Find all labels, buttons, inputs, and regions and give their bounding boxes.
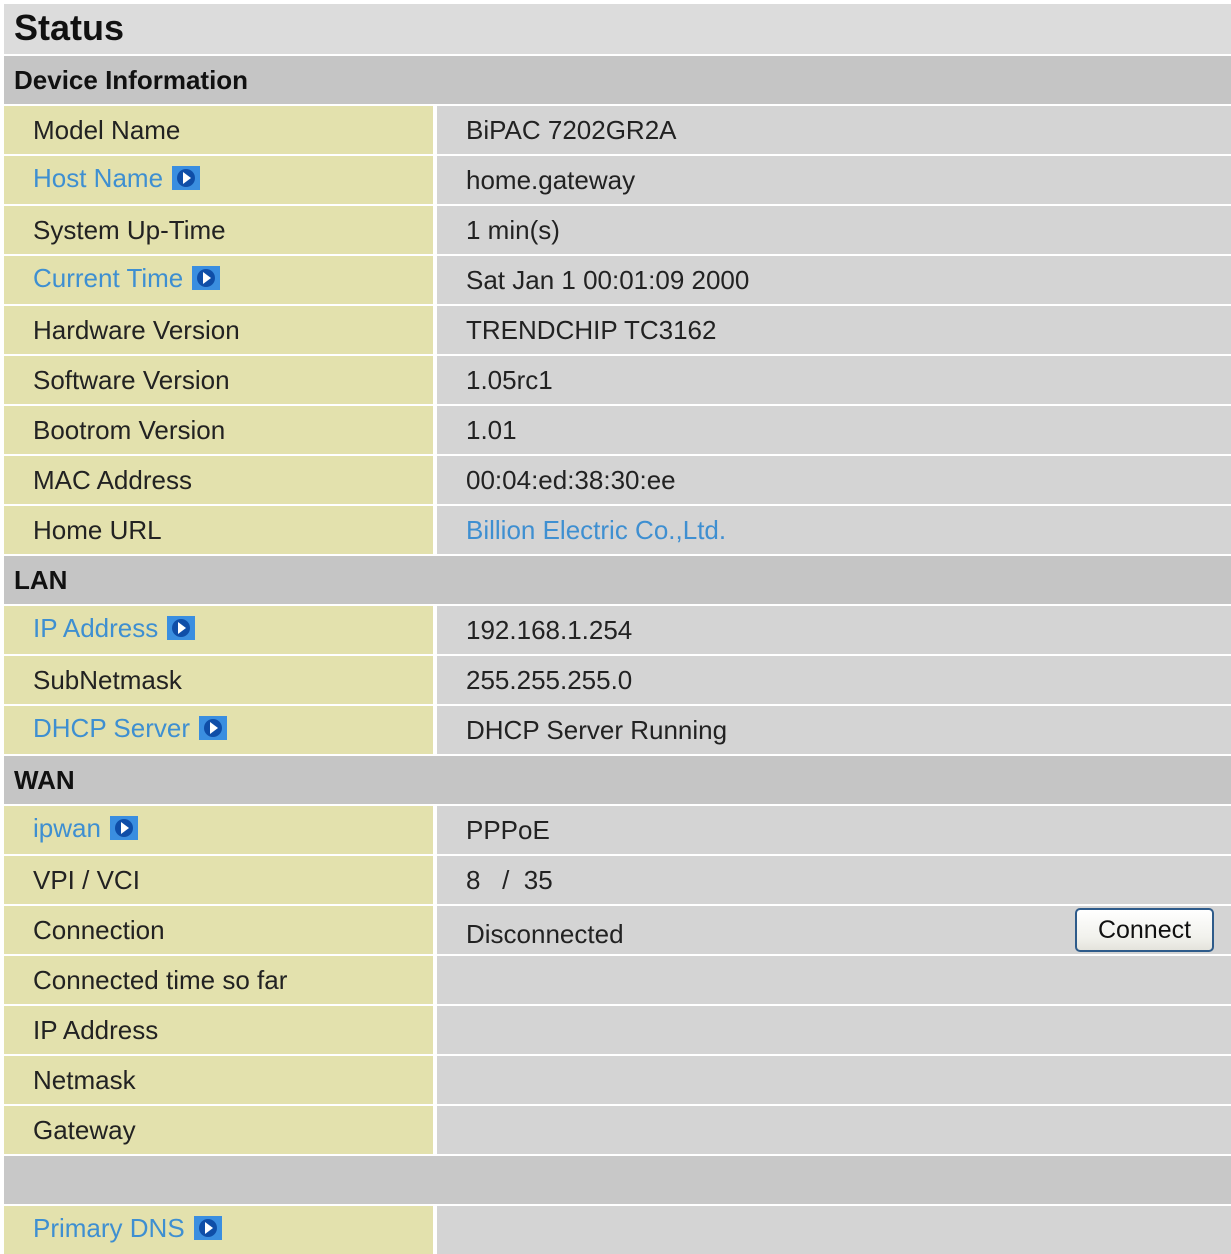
system-uptime-label: System Up-Time bbox=[4, 206, 433, 254]
table-row-host-name: Host Name home.gateway bbox=[4, 156, 1231, 204]
connected-time-label: Connected time so far bbox=[4, 956, 433, 1004]
current-time-label[interactable]: Current Time bbox=[33, 263, 183, 293]
arrow-right-icon[interactable] bbox=[166, 615, 196, 641]
vpi-vci-value: 8 / 35 bbox=[437, 856, 1231, 904]
model-name-value: BiPAC 7202GR2A bbox=[437, 106, 1231, 154]
host-name-label[interactable]: Host Name bbox=[33, 163, 163, 193]
connected-time-value bbox=[437, 956, 1231, 1004]
section-spacer bbox=[4, 1156, 1231, 1204]
table-row-subnetmask: SubNetmask 255.255.255.0 bbox=[4, 656, 1231, 704]
vpi-vci-label: VPI / VCI bbox=[4, 856, 433, 904]
connection-status: Disconnected bbox=[466, 919, 624, 949]
dhcp-server-link[interactable]: DHCP Server bbox=[4, 706, 433, 754]
table-row-primary-dns: Primary DNS bbox=[4, 1206, 1231, 1254]
bootrom-version-label: Bootrom Version bbox=[4, 406, 433, 454]
home-url-link[interactable]: Billion Electric Co.,Ltd. bbox=[437, 506, 1231, 554]
wan-ip-address-label: IP Address bbox=[4, 1006, 433, 1054]
lan-ip-address-label[interactable]: IP Address bbox=[33, 613, 158, 643]
table-row-dhcp-server: DHCP Server DHCP Server Running bbox=[4, 706, 1231, 754]
arrow-right-icon[interactable] bbox=[198, 715, 228, 741]
table-row-lan-ip-address: IP Address 192.168.1.254 bbox=[4, 606, 1231, 654]
current-time-link[interactable]: Current Time bbox=[4, 256, 433, 304]
table-row-netmask: Netmask bbox=[4, 1056, 1231, 1104]
table-row-vpi-vci: VPI / VCI 8 / 35 bbox=[4, 856, 1231, 904]
software-version-label: Software Version bbox=[4, 356, 433, 404]
subnetmask-label: SubNetmask bbox=[4, 656, 433, 704]
model-name-label: Model Name bbox=[4, 106, 433, 154]
dhcp-server-value: DHCP Server Running bbox=[437, 706, 1231, 754]
netmask-value bbox=[437, 1056, 1231, 1104]
table-row-mac-address: MAC Address 00:04:ed:38:30:ee bbox=[4, 456, 1231, 504]
section-header-lan: LAN bbox=[4, 556, 1231, 604]
section-header-device-information: Device Information bbox=[4, 56, 1231, 104]
arrow-right-icon[interactable] bbox=[171, 165, 201, 191]
connect-button[interactable]: Connect bbox=[1075, 908, 1214, 952]
arrow-right-icon[interactable] bbox=[109, 815, 139, 841]
connection-value-cell: Disconnected Connect bbox=[437, 906, 1231, 954]
ipwan-value: PPPoE bbox=[437, 806, 1231, 854]
host-name-value: home.gateway bbox=[437, 156, 1231, 204]
lan-ip-address-link[interactable]: IP Address bbox=[4, 606, 433, 654]
table-row-ipwan: ipwan PPPoE bbox=[4, 806, 1231, 854]
hardware-version-label: Hardware Version bbox=[4, 306, 433, 354]
status-page: Status Device Information Model Name BiP… bbox=[0, 4, 1231, 1254]
mac-address-value: 00:04:ed:38:30:ee bbox=[437, 456, 1231, 504]
home-url-label: Home URL bbox=[4, 506, 433, 554]
netmask-label: Netmask bbox=[4, 1056, 433, 1104]
mac-address-label: MAC Address bbox=[4, 456, 433, 504]
dhcp-server-label[interactable]: DHCP Server bbox=[33, 713, 190, 743]
table-row-home-url: Home URL Billion Electric Co.,Ltd. bbox=[4, 506, 1231, 554]
ipwan-link[interactable]: ipwan bbox=[4, 806, 433, 854]
bootrom-version-value: 1.01 bbox=[437, 406, 1231, 454]
table-row-gateway: Gateway bbox=[4, 1106, 1231, 1154]
wan-ip-address-value bbox=[437, 1006, 1231, 1054]
arrow-right-icon[interactable] bbox=[193, 1215, 223, 1241]
page-title: Status bbox=[4, 4, 1231, 54]
table-row-system-uptime: System Up-Time 1 min(s) bbox=[4, 206, 1231, 254]
gateway-value bbox=[437, 1106, 1231, 1154]
host-name-link[interactable]: Host Name bbox=[4, 156, 433, 204]
ipwan-label[interactable]: ipwan bbox=[33, 813, 101, 843]
table-row-current-time: Current Time Sat Jan 1 00:01:09 2000 bbox=[4, 256, 1231, 304]
connection-label: Connection bbox=[4, 906, 433, 954]
section-header-wan: WAN bbox=[4, 756, 1231, 804]
subnetmask-value: 255.255.255.0 bbox=[437, 656, 1231, 704]
arrow-right-icon[interactable] bbox=[191, 265, 221, 291]
current-time-value: Sat Jan 1 00:01:09 2000 bbox=[437, 256, 1231, 304]
primary-dns-label[interactable]: Primary DNS bbox=[33, 1213, 185, 1243]
table-row-connection: Connection Disconnected Connect bbox=[4, 906, 1231, 954]
table-row-bootrom-version: Bootrom Version 1.01 bbox=[4, 406, 1231, 454]
gateway-label: Gateway bbox=[4, 1106, 433, 1154]
table-row-wan-ip-address: IP Address bbox=[4, 1006, 1231, 1054]
table-row-model-name: Model Name BiPAC 7202GR2A bbox=[4, 106, 1231, 154]
hardware-version-value: TRENDCHIP TC3162 bbox=[437, 306, 1231, 354]
system-uptime-value: 1 min(s) bbox=[437, 206, 1231, 254]
primary-dns-value bbox=[437, 1206, 1231, 1254]
table-row-hardware-version: Hardware Version TRENDCHIP TC3162 bbox=[4, 306, 1231, 354]
primary-dns-link[interactable]: Primary DNS bbox=[4, 1206, 433, 1254]
software-version-value: 1.05rc1 bbox=[437, 356, 1231, 404]
table-row-connected-time: Connected time so far bbox=[4, 956, 1231, 1004]
table-row-software-version: Software Version 1.05rc1 bbox=[4, 356, 1231, 404]
lan-ip-address-value: 192.168.1.254 bbox=[437, 606, 1231, 654]
